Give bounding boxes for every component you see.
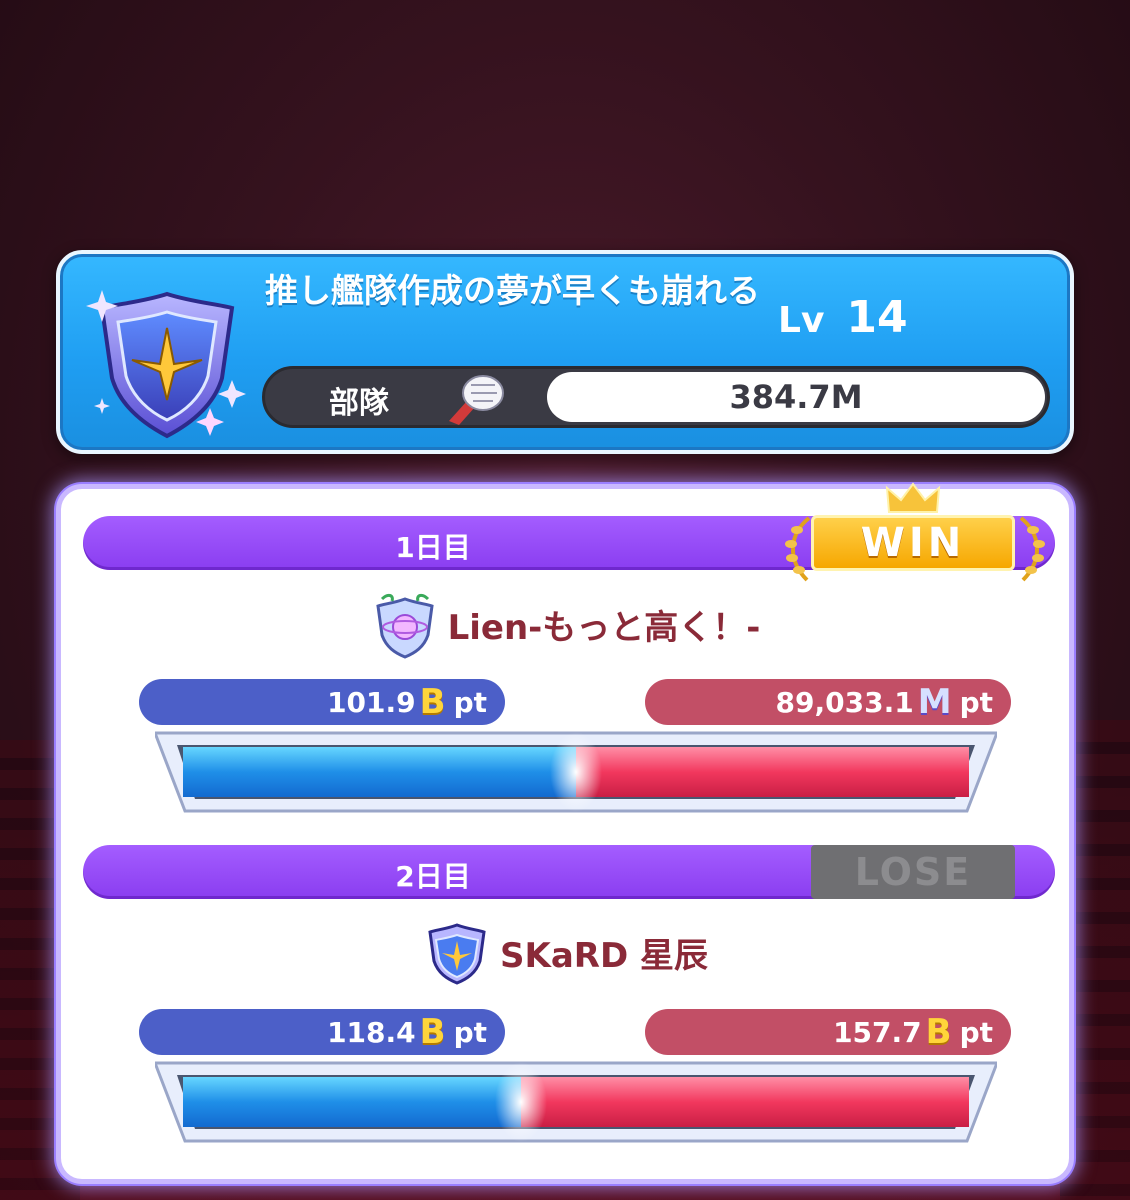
unit-power-value: 384.7M — [547, 372, 1045, 422]
day-1-my-score-unit: B — [419, 682, 446, 722]
day-2-battle-gauge — [155, 1061, 997, 1143]
day-2-my-score: 118.4 B pt — [139, 1009, 505, 1055]
day-1-opponent: Lien-もっと高く！- — [61, 589, 1069, 659]
level-value: 14 — [846, 292, 908, 343]
day-2-opponent: SKaRD 星辰 — [61, 917, 1069, 987]
unit-power-bar: 部隊 384.7M — [262, 366, 1050, 428]
day-2-their-score: 157.7 B pt — [645, 1009, 1011, 1055]
day-1-their-score: 89,033.1 M pt — [645, 679, 1011, 725]
day-2-my-score-pt: pt — [453, 1015, 487, 1049]
day-1-result-win: WIN — [811, 515, 1015, 571]
day-1-their-score-unit: M — [917, 682, 952, 722]
day-1-gauge-clash-flash — [550, 732, 602, 812]
day-2-their-score-unit: B — [925, 1012, 952, 1052]
level-label: Lv — [778, 300, 825, 341]
day-1-their-score-pt: pt — [959, 685, 993, 719]
day-1-gauge-theirs-fill — [576, 747, 969, 797]
opponent-1-name: Lien-もっと高く！- — [447, 607, 761, 648]
opponent-2-name: SKaRD 星辰 — [499, 935, 709, 976]
day-1-header: 1日目 WIN — [83, 482, 1055, 582]
day-2-label: 2日目 — [395, 860, 471, 893]
team-panel: 推し艦隊作成の夢が早くも崩れる Lv 14 部隊 384.7M — [56, 250, 1074, 454]
day-2-header: 2日目 LOSE — [83, 845, 1055, 899]
day-2-my-score-value: 118.4 — [327, 1015, 416, 1049]
day-2-result-lose: LOSE — [811, 845, 1015, 899]
team-name: 推し艦隊作成の夢が早くも崩れる — [265, 271, 760, 310]
opponent-2-emblem-icon — [428, 923, 486, 985]
level-display: Lv 14 — [778, 292, 908, 343]
fist-power-icon — [449, 375, 504, 425]
crown-icon — [885, 482, 941, 513]
day-1-my-score: 101.9 B pt — [139, 679, 505, 725]
day-2-my-score-unit: B — [419, 1012, 446, 1052]
day-2-gauge-clash-flash — [494, 1062, 547, 1142]
day-1-gauge-mine-fill — [183, 747, 576, 797]
day-1-my-score-value: 101.9 — [327, 685, 416, 719]
unit-power-label: 部隊 — [329, 386, 389, 421]
day-2-their-score-value: 157.7 — [833, 1015, 922, 1049]
opponent-1-emblem-icon — [375, 593, 434, 659]
day-2-their-score-pt: pt — [959, 1015, 993, 1049]
battle-results-panel: 1日目 WIN Lien-もっと高く！- 101.9 B pt 89,033.1… — [56, 482, 1074, 1184]
day-1-their-score-value: 89,033.1 — [775, 685, 914, 719]
day-2-gauge-mine-fill — [183, 1077, 521, 1127]
team-shield-emblem-icon — [86, 290, 246, 439]
day-1-battle-gauge — [155, 731, 997, 813]
day-1-my-score-pt: pt — [453, 685, 487, 719]
day-2-gauge-theirs-fill — [520, 1077, 969, 1127]
day-1-label: 1日目 — [395, 531, 471, 564]
laurel-right-icon — [1019, 516, 1045, 582]
